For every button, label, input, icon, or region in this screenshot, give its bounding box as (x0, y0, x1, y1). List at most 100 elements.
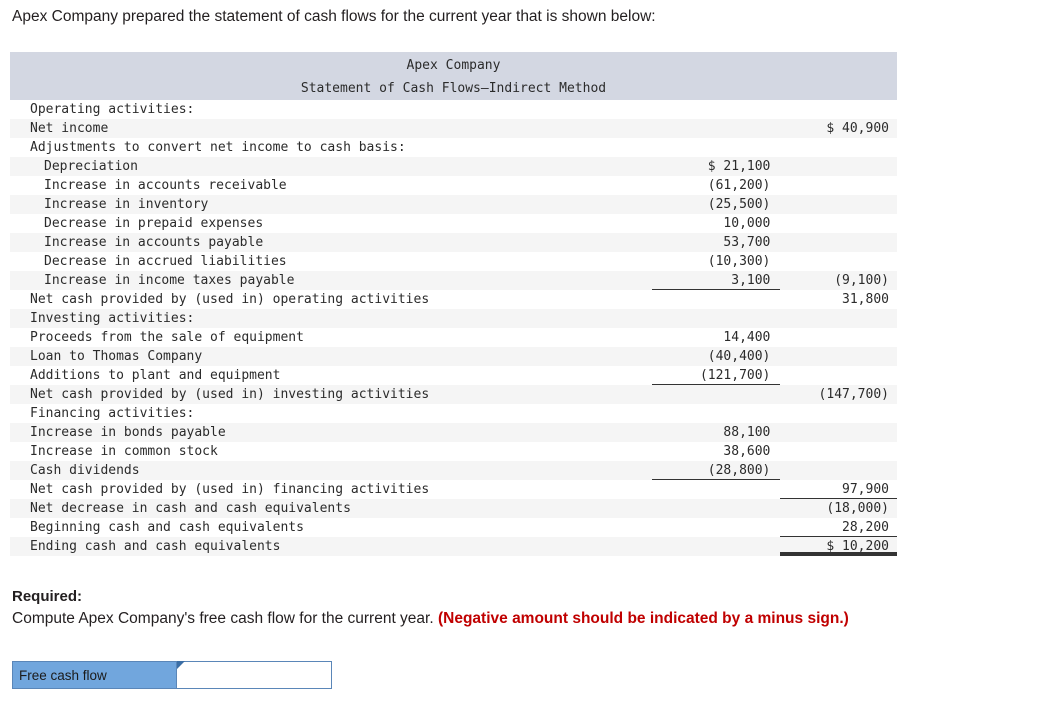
statement-row-amount-col2 (780, 328, 897, 347)
statement-row-amount-col1: (25,500) (652, 195, 781, 214)
free-cash-flow-input[interactable] (177, 661, 332, 689)
statement-row: Increase in inventory (25,500) (10, 195, 897, 214)
statement-head-group: Apex Company Statement of Cash Flows—Ind… (10, 52, 897, 100)
statement-row-label: Operating activities: (10, 100, 653, 119)
statement-row-amount-col1 (652, 290, 781, 309)
statement-row-amount-col1 (652, 100, 781, 119)
statement-row-amount-col2: 28,200 (780, 518, 897, 537)
required-prompt-text: Compute Apex Company's free cash flow fo… (12, 610, 434, 627)
statement-row-label: Increase in income taxes payable (10, 271, 653, 290)
statement-row: Proceeds from the sale of equipment 14,40… (10, 328, 897, 347)
statement-row-label: Financing activities: (10, 404, 653, 423)
statement-row-amount-col2 (780, 252, 897, 271)
statement-row: Increase in common stock 38,600 (10, 442, 897, 461)
statement-row: Decrease in accrued liabilities (10,300) (10, 252, 897, 271)
statement-row-amount-col1: 3,100 (652, 271, 781, 290)
statement-row-amount-col2: $ 40,900 (780, 119, 897, 138)
statement-row-amount-col2 (780, 233, 897, 252)
statement-row-amount-col2 (780, 214, 897, 233)
statement-row: Investing activities: (10, 309, 897, 328)
statement-row: Net income $ 40,900 (10, 119, 897, 138)
statement-row-amount-col2: 31,800 (780, 290, 897, 309)
statement-row-amount-col2 (780, 138, 897, 157)
cash-flow-statement-table: Apex Company Statement of Cash Flows—Ind… (10, 52, 897, 556)
statement-row-label: Beginning cash and cash equivalents (10, 518, 653, 537)
statement-row: Financing activities: (10, 404, 897, 423)
statement-row-label: Adjustments to convert net income to cas… (10, 138, 653, 157)
required-heading: Required: (12, 588, 83, 605)
statement-title-line1: Apex Company (10, 52, 897, 77)
statement-row-amount-col1 (652, 309, 781, 328)
statement-row-amount-col2: (9,100) (780, 271, 897, 290)
statement-row-label: Net cash provided by (used in) financing… (10, 480, 653, 499)
free-cash-flow-label: Free cash flow (12, 661, 177, 689)
statement-row-amount-col1: (40,400) (652, 347, 781, 366)
free-cash-flow-answer-widget: Free cash flow (12, 661, 332, 689)
statement-row-amount-col1 (652, 537, 781, 556)
negative-amount-warning: (Negative amount should be indicated by … (437, 610, 849, 627)
statement-row: Additions to plant and equipment (121,700… (10, 366, 897, 385)
statement-row-label: Increase in accounts payable (10, 233, 653, 252)
statement-row-amount-col1 (652, 119, 781, 138)
statement-row-amount-col1 (652, 404, 781, 423)
statement-row-amount-col2 (780, 423, 897, 442)
statement-row-label: Loan to Thomas Company (10, 347, 653, 366)
statement-row: Increase in accounts payable 53,700 (10, 233, 897, 252)
statement-row-label: Increase in common stock (10, 442, 653, 461)
statement-row: Net decrease in cash and cash equivalent… (10, 499, 897, 518)
statement-row-label: Net decrease in cash and cash equivalent… (10, 499, 653, 518)
statement-row-amount-col1: (28,800) (652, 461, 781, 480)
statement-row-amount-col2: (18,000) (780, 499, 897, 518)
statement-row: Net cash provided by (used in) financing… (10, 480, 897, 499)
statement-row: Ending cash and cash equivalents $ 10,200 (10, 537, 897, 556)
statement-row: Beginning cash and cash equivalents 28,20… (10, 518, 897, 537)
statement-row-amount-col2 (780, 347, 897, 366)
statement-row-amount-col2: $ 10,200 (780, 537, 897, 556)
statement-row-label: Ending cash and cash equivalents (10, 537, 653, 556)
required-prompt-line: Compute Apex Company's free cash flow fo… (12, 610, 849, 628)
statement-row-label: Investing activities: (10, 309, 653, 328)
statement-row-amount-col1 (652, 518, 781, 537)
statement-row-amount-col1: $ 21,100 (652, 157, 781, 176)
statement-row-amount-col2: (147,700) (780, 385, 897, 404)
statement-body: Operating activities: Net income $ 40,900 A… (10, 100, 897, 556)
statement-row-label: Net cash provided by (used in) investing… (10, 385, 653, 404)
statement-row-amount-col1: 14,400 (652, 328, 781, 347)
free-cash-flow-input-wrap (177, 661, 332, 689)
statement-row-label: Increase in inventory (10, 195, 653, 214)
statement-title-line2: Statement of Cash Flows—Indirect Method (10, 77, 897, 100)
statement-row-amount-col1 (652, 138, 781, 157)
statement-row-amount-col2 (780, 100, 897, 119)
statement-row-label: Increase in bonds payable (10, 423, 653, 442)
statement-row-amount-col2 (780, 366, 897, 385)
intro-prompt: Apex Company prepared the statement of c… (12, 8, 656, 25)
statement-row-amount-col2 (780, 309, 897, 328)
statement-row-amount-col1: (121,700) (652, 366, 781, 385)
statement-row-label: Net cash provided by (used in) operating… (10, 290, 653, 309)
statement-row-label: Additions to plant and equipment (10, 366, 653, 385)
statement-row: Depreciation $ 21,100 (10, 157, 897, 176)
statement-row: Decrease in prepaid expenses 10,000 (10, 214, 897, 233)
statement-row-amount-col2 (780, 195, 897, 214)
statement-row: Cash dividends (28,800) (10, 461, 897, 480)
statement-row-amount-col1: 38,600 (652, 442, 781, 461)
statement-row-label: Decrease in prepaid expenses (10, 214, 653, 233)
statement-row: Adjustments to convert net income to cas… (10, 138, 897, 157)
statement-title-row-1: Apex Company (10, 52, 897, 77)
statement-row-amount-col2 (780, 461, 897, 480)
statement-row-label: Cash dividends (10, 461, 653, 480)
statement-row-amount-col2: 97,900 (780, 480, 897, 499)
statement-row-amount-col1: 88,100 (652, 423, 781, 442)
statement-row-amount-col1 (652, 385, 781, 404)
statement-row-label: Net income (10, 119, 653, 138)
statement-row-amount-col2 (780, 442, 897, 461)
statement-row: Loan to Thomas Company (40,400) (10, 347, 897, 366)
statement-row-amount-col1 (652, 499, 781, 518)
statement-row-label: Decrease in accrued liabilities (10, 252, 653, 271)
statement-row-amount-col1: (10,300) (652, 252, 781, 271)
statement-row-amount-col2 (780, 404, 897, 423)
statement-row-amount-col1 (652, 480, 781, 499)
statement-row: Increase in accounts receivable (61,200) (10, 176, 897, 195)
statement-title-row-2: Statement of Cash Flows—Indirect Method (10, 77, 897, 100)
statement-row-amount-col1: 53,700 (652, 233, 781, 252)
